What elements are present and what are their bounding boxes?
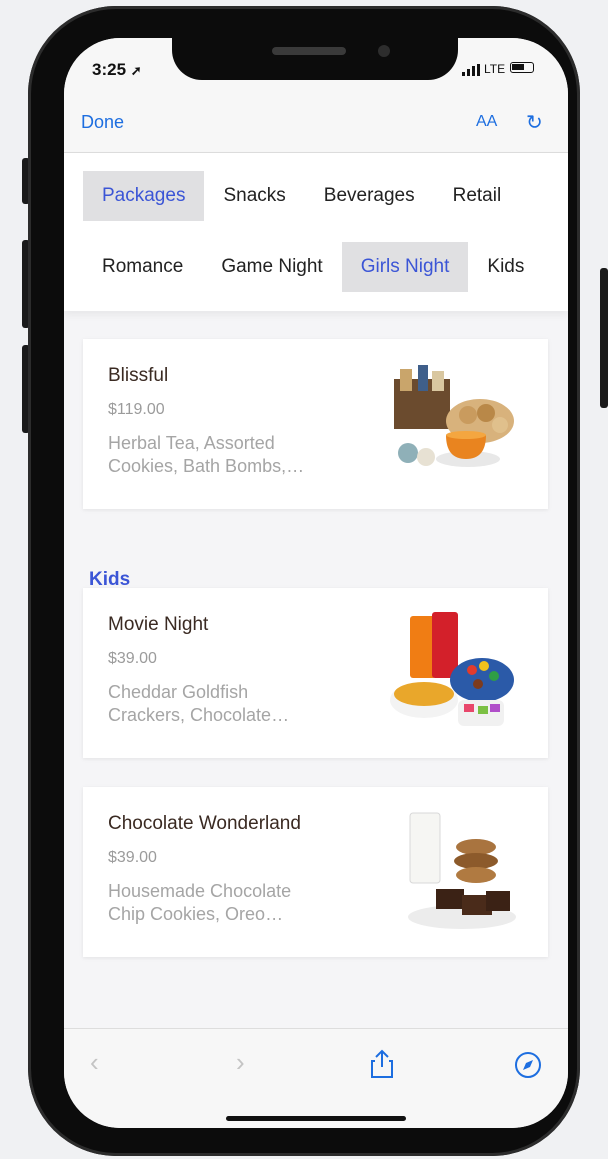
safari-bottom-toolbar: ‹ › — [64, 1028, 568, 1128]
tab-beverages[interactable]: Beverages — [305, 171, 434, 221]
share-icon[interactable] — [370, 1049, 394, 1079]
product-title: Blissful — [108, 365, 169, 386]
carrier-label: LTE — [484, 62, 506, 76]
reload-icon[interactable]: ↻ — [526, 110, 543, 135]
product-title: Chocolate Wonderland — [108, 813, 301, 834]
phone-screen: 3:25 ➚ LTE Done AA ↻ Packages Snacks Bev… — [64, 38, 568, 1128]
done-button[interactable]: Done — [81, 112, 124, 133]
battery-icon — [510, 62, 534, 73]
tab-romance[interactable]: Romance — [83, 242, 202, 292]
product-description: Housemade Chocolate Chip Cookies, Oreo… — [108, 881, 292, 924]
product-price: $39.00 — [108, 849, 157, 866]
power-button — [600, 268, 608, 408]
soda-snacks-image — [390, 612, 514, 726]
compass-icon[interactable] — [514, 1051, 542, 1079]
status-time: 3:25 ➚ — [92, 60, 142, 79]
phone-notch — [172, 38, 458, 80]
tab-packages[interactable]: Packages — [83, 171, 205, 221]
forward-icon[interactable]: › — [236, 1047, 245, 1078]
product-price: $119.00 — [108, 401, 165, 418]
front-camera — [378, 45, 390, 57]
product-price: $39.00 — [108, 650, 157, 667]
back-icon[interactable]: ‹ — [90, 1047, 99, 1078]
category-tabs-panel: Packages Snacks Beverages Retail Romance… — [64, 153, 568, 311]
subcategory-tabs: Romance Game Night Girls Night Kids — [83, 241, 543, 293]
home-indicator[interactable] — [226, 1116, 406, 1121]
signal-icon — [462, 64, 480, 76]
milk-cookies-brownies-image — [408, 812, 516, 929]
product-description: Herbal Tea, Assorted Cookies, Bath Bombs,… — [108, 433, 305, 476]
speaker-grill — [272, 47, 346, 55]
tab-kids[interactable]: Kids — [468, 242, 543, 292]
tab-girls-night[interactable]: Girls Night — [341, 242, 469, 292]
product-card-chocolate-wonderland[interactable]: Chocolate Wonderland $39.00 Housemade Ch… — [83, 787, 548, 957]
product-card-blissful[interactable]: Blissful $119.00 Herbal Tea, Assorted Coo… — [83, 339, 548, 509]
tab-retail[interactable]: Retail — [434, 171, 521, 221]
product-description: Cheddar Goldfish Crackers, Chocolate… — [108, 682, 290, 725]
tab-snacks[interactable]: Snacks — [204, 171, 304, 221]
location-arrow-icon: ➚ — [130, 63, 142, 78]
product-title: Movie Night — [108, 614, 209, 635]
category-tabs: Packages Snacks Beverages Retail — [83, 170, 520, 222]
tab-game-night[interactable]: Game Night — [202, 242, 341, 292]
tea-cookies-basket-image — [394, 365, 514, 467]
web-content: Packages Snacks Beverages Retail Romance… — [64, 153, 568, 1028]
text-size-button[interactable]: AA — [476, 113, 497, 131]
safari-top-bar: Done AA ↻ — [64, 100, 568, 153]
product-card-movie-night[interactable]: Movie Night $39.00 Cheddar Goldfish Crack… — [83, 588, 548, 758]
